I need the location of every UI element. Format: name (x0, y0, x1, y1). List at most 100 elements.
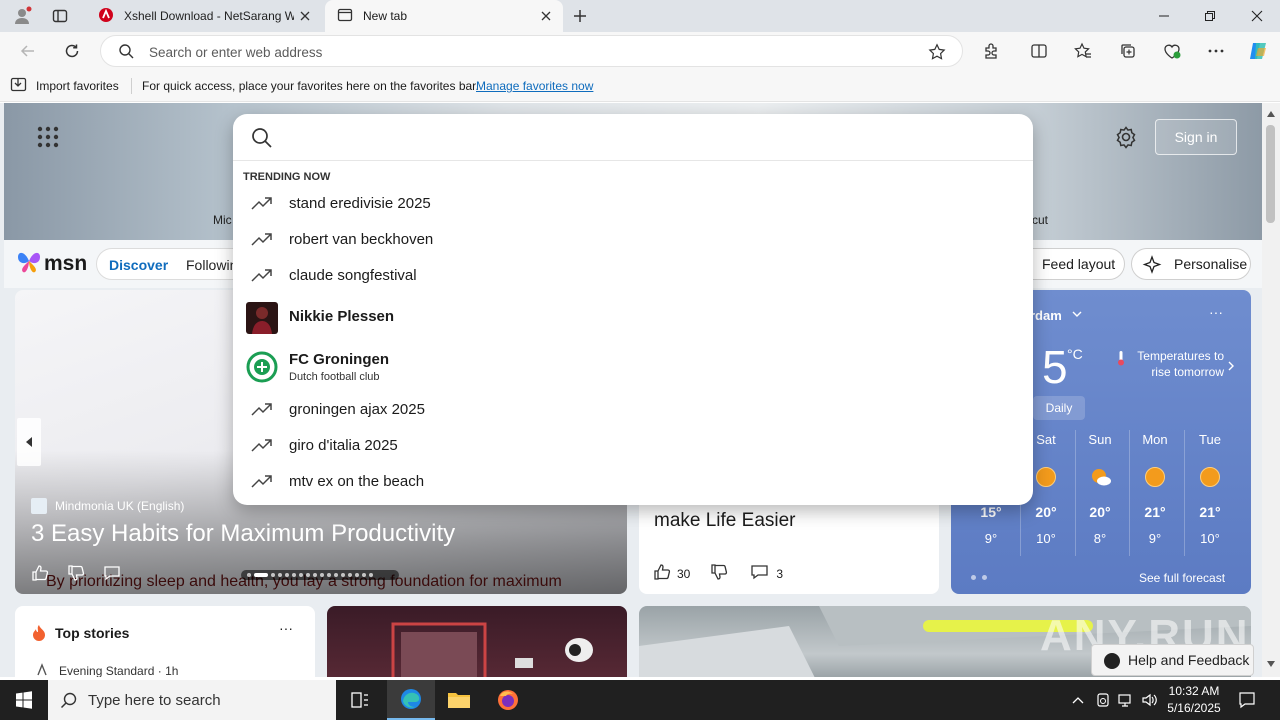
source-logo-icon (31, 498, 47, 514)
tab-new-tab[interactable]: New tab (325, 0, 563, 32)
back-arrow-icon[interactable] (13, 37, 43, 65)
app-launcher-icon[interactable] (36, 125, 60, 149)
top-stories-title: Top stories (55, 625, 130, 641)
copilot-icon[interactable] (1243, 37, 1273, 65)
comment-icon[interactable] (750, 563, 770, 584)
chevron-right-icon[interactable] (1227, 360, 1235, 375)
see-full-forecast-link[interactable]: See full forecast (1139, 571, 1225, 585)
scroll-down-arrow-icon[interactable] (1266, 659, 1276, 669)
suggestion-item[interactable]: robert van beckhoven (233, 222, 1033, 256)
profile-icon[interactable] (8, 4, 36, 28)
manage-favorites-link[interactable]: Manage favorites now (476, 79, 593, 93)
weather-pager[interactable] (971, 575, 987, 580)
notification-center-icon[interactable] (1234, 688, 1260, 712)
suggestion-item[interactable]: mtv ex on the beach (233, 464, 1033, 498)
article-image-card[interactable] (327, 606, 627, 677)
article-title[interactable]: make Life Easier (654, 510, 796, 532)
tab-daily[interactable]: Daily (1033, 396, 1085, 420)
dislike-icon[interactable] (710, 563, 728, 584)
import-favorites-button[interactable]: Import favorites (10, 76, 119, 96)
close-tab-icon[interactable] (539, 9, 553, 23)
suggestion-item[interactable]: groningen ajax 2025 (233, 392, 1033, 426)
clock-time: 10:32 AM (1168, 684, 1220, 698)
quick-link-label[interactable]: Mic (213, 213, 232, 227)
close-window-icon[interactable] (1234, 0, 1280, 32)
edge-browser-icon[interactable] (387, 680, 435, 720)
entity-suggestion[interactable]: Nikkie Plessen (233, 298, 1033, 338)
restore-icon[interactable] (1187, 0, 1233, 32)
refresh-icon[interactable] (57, 37, 87, 65)
file-explorer-icon[interactable] (435, 680, 483, 720)
partly-cloudy-icon (1090, 467, 1112, 487)
suggestion-text: claude songfestival (289, 267, 417, 284)
source-name: Mindmonia UK (English) (55, 499, 185, 513)
help-feedback-label: Help and Feedback (1128, 652, 1250, 668)
scroll-thumb[interactable] (1266, 125, 1275, 223)
dislike-icon[interactable] (67, 564, 85, 585)
more-menu-icon[interactable] (1201, 37, 1231, 65)
suggestion-item[interactable]: claude songfestival (233, 258, 1033, 292)
network-icon[interactable] (1116, 690, 1136, 710)
address-bar[interactable] (100, 35, 963, 67)
tab-xshell[interactable]: Xshell Download - NetSarang Website (86, 0, 322, 32)
msn-logo[interactable]: msn (16, 249, 87, 279)
device-icon[interactable] (1093, 690, 1113, 710)
search-icon (118, 43, 135, 63)
windows-start-icon[interactable] (0, 680, 48, 720)
close-tab-icon[interactable] (298, 9, 312, 23)
personalise-button[interactable]: Personalise (1131, 248, 1251, 280)
carousel-prev-button[interactable] (17, 418, 41, 466)
new-tab-plus-icon[interactable] (566, 4, 594, 28)
favorites-icon[interactable] (1068, 37, 1098, 65)
carousel-pager[interactable] (241, 570, 399, 580)
source-logo-icon (35, 663, 49, 677)
search-box[interactable] (233, 114, 1033, 161)
browser-essentials-icon[interactable] (1157, 37, 1187, 65)
like-icon[interactable] (653, 563, 671, 584)
trending-icon (251, 401, 273, 417)
favorites-divider (131, 78, 132, 94)
fc-groningen-logo-icon (246, 351, 278, 383)
feed-layout-label: Feed layout (1042, 256, 1116, 272)
top-stories-card: Top stories ··· Evening Standard · 1h (15, 606, 315, 677)
personalise-label: Personalise (1174, 256, 1248, 272)
minimize-icon[interactable] (1141, 0, 1187, 32)
show-hidden-icons-chevron-icon[interactable] (1068, 690, 1088, 710)
tab-actions-icon[interactable] (46, 4, 74, 28)
entity-description: Dutch football club (289, 371, 380, 383)
quick-link-label[interactable]: cut (1032, 213, 1048, 227)
system-clock[interactable]: 10:32 AM 5/16/2025 (1160, 683, 1228, 717)
volume-icon[interactable] (1140, 690, 1160, 710)
address-input[interactable] (149, 42, 909, 62)
firefox-icon[interactable] (484, 680, 532, 720)
article-title[interactable]: 3 Easy Habits for Maximum Productivity (31, 520, 455, 548)
weather-more-icon[interactable]: ··· (1209, 304, 1223, 320)
page-scrollbar[interactable] (1262, 103, 1280, 677)
suggestion-item[interactable]: giro d'italia 2025 (233, 428, 1033, 462)
tab-discover[interactable]: Discover (109, 257, 168, 273)
task-view-icon[interactable] (336, 680, 384, 720)
comment-icon[interactable] (103, 564, 121, 585)
help-and-feedback-button[interactable]: Help and Feedback (1091, 644, 1254, 676)
browser-toolbar (0, 32, 1280, 70)
msn-logo-text: msn (44, 252, 88, 275)
extensions-icon[interactable] (976, 37, 1006, 65)
temperature-unit[interactable]: °C (1067, 346, 1083, 362)
split-screen-icon[interactable] (1024, 37, 1054, 65)
page-settings-gear-icon[interactable] (1114, 125, 1140, 151)
taskbar-search-box[interactable]: Type here to search (48, 680, 336, 720)
like-icon[interactable] (31, 564, 49, 585)
story-source: Evening Standard · 1h (59, 664, 179, 677)
web-search-input[interactable] (289, 126, 1009, 150)
collections-icon[interactable] (1113, 37, 1143, 65)
scroll-up-arrow-icon[interactable] (1266, 109, 1276, 119)
weather-location[interactable]: rdam (1030, 308, 1062, 323)
entity-suggestion[interactable]: FC Groningen Dutch football club (233, 347, 1033, 387)
favorite-star-icon[interactable] (928, 43, 946, 64)
suggestion-item[interactable]: stand eredivisie 2025 (233, 186, 1033, 220)
tab-following[interactable]: Followin (186, 257, 237, 273)
sunny-icon (1200, 467, 1220, 487)
chevron-down-icon[interactable] (1071, 308, 1083, 323)
sign-in-button[interactable]: Sign in (1155, 119, 1237, 155)
top-stories-more-icon[interactable]: ··· (279, 620, 293, 636)
